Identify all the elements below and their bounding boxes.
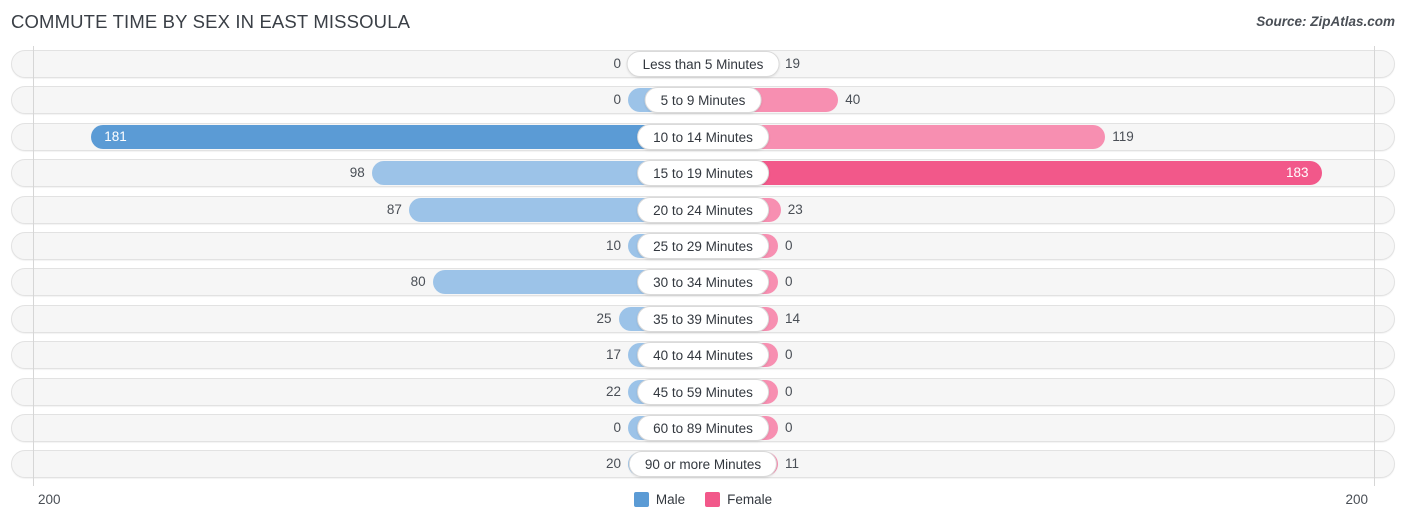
bar-row[interactable]: 181 119 10 to 14 Minutes — [11, 122, 1395, 151]
female-value-label: 0 — [785, 237, 793, 253]
source-attribution: Source: ZipAtlas.com — [1256, 14, 1395, 29]
legend-swatch-icon — [705, 492, 721, 507]
female-value-label: 0 — [785, 419, 793, 435]
category-label: Less than 5 Minutes — [626, 51, 780, 77]
male-value-label: 98 — [349, 165, 365, 181]
category-label: 30 to 34 Minutes — [637, 269, 769, 296]
female-value-label: 14 — [785, 310, 801, 326]
category-label: 35 to 39 Minutes — [637, 305, 769, 332]
category-label: 90 or more Minutes — [628, 451, 778, 478]
legend-swatch-icon — [633, 492, 649, 507]
female-value-label: 119 — [1112, 128, 1134, 144]
female-value-label: 19 — [785, 56, 801, 71]
legend-label: Female — [727, 492, 773, 507]
bar-row[interactable]: 22 0 45 to 59 Minutes — [11, 377, 1395, 406]
legend-item[interactable]: Male — [633, 492, 686, 507]
male-value-label: 0 — [613, 419, 621, 435]
male-value-label: 87 — [386, 201, 402, 217]
male-value-label: 181 — [104, 128, 127, 144]
male-value-label: 22 — [605, 383, 621, 399]
category-label: 60 to 89 Minutes — [637, 414, 769, 441]
page-title: COMMUTE TIME BY SEX IN EAST MISSOULA — [11, 11, 411, 32]
bar-row[interactable]: 10 0 25 to 29 Minutes — [11, 231, 1395, 260]
female-value-label: 0 — [785, 347, 793, 363]
female-value-label: 0 — [785, 383, 793, 399]
bar-row[interactable]: 17 0 40 to 44 Minutes — [11, 341, 1395, 370]
chart-legend: Male Female — [0, 492, 1406, 507]
chart-header: COMMUTE TIME BY SEX IN EAST MISSOULA Sou… — [0, 0, 1406, 46]
bar-row[interactable]: 25 14 35 to 39 Minutes — [11, 304, 1395, 333]
male-value-label: 20 — [605, 456, 621, 472]
male-value-label: 25 — [596, 310, 612, 326]
female-bar[interactable] — [703, 161, 1322, 186]
category-label: 5 to 9 Minutes — [644, 87, 762, 114]
bar-row[interactable]: 80 0 30 to 34 Minutes — [11, 268, 1395, 297]
axis-line-right — [1374, 46, 1375, 486]
category-label: 45 to 59 Minutes — [637, 378, 769, 405]
category-label: 40 to 44 Minutes — [637, 342, 769, 369]
female-value-label: 0 — [785, 274, 793, 290]
female-value-label: 183 — [1286, 165, 1309, 181]
male-bar[interactable] — [91, 124, 703, 149]
male-value-label: 0 — [613, 92, 621, 108]
male-value-label: 10 — [605, 237, 621, 253]
bar-row[interactable]: 20 11 90 or more Minutes — [11, 450, 1395, 479]
female-value-label: 40 — [845, 92, 861, 108]
category-label: 20 to 24 Minutes — [637, 196, 769, 223]
bar-row[interactable]: 87 23 20 to 24 Minutes — [11, 195, 1395, 224]
female-value-label: 11 — [785, 456, 800, 472]
bar-rows-container: 0 19 Less than 5 Minutes 0 40 5 to 9 Minutes 1… — [11, 50, 1395, 487]
chart-footer: 200 200 Male Female — [0, 486, 1406, 523]
female-value-label: 23 — [787, 201, 803, 217]
male-value-label: 17 — [605, 347, 621, 363]
male-value-label: 0 — [613, 56, 621, 71]
bar-row[interactable]: 0 19 Less than 5 Minutes — [11, 50, 1395, 78]
bar-row[interactable]: 0 0 60 to 89 Minutes — [11, 413, 1395, 442]
bar-row[interactable]: 98 183 15 to 19 Minutes — [11, 159, 1395, 188]
category-label: 15 to 19 Minutes — [637, 160, 769, 187]
male-value-label: 80 — [410, 274, 426, 290]
axis-line-left — [33, 46, 34, 486]
category-label: 25 to 29 Minutes — [637, 232, 769, 259]
legend-label: Male — [655, 492, 686, 507]
bar-row[interactable]: 0 40 5 to 9 Minutes — [11, 86, 1395, 115]
category-label: 10 to 14 Minutes — [637, 123, 769, 150]
chart-plot-area: 0 19 Less than 5 Minutes 0 40 5 to 9 Minutes 1… — [0, 46, 1406, 486]
legend-item[interactable]: Female — [705, 492, 772, 507]
